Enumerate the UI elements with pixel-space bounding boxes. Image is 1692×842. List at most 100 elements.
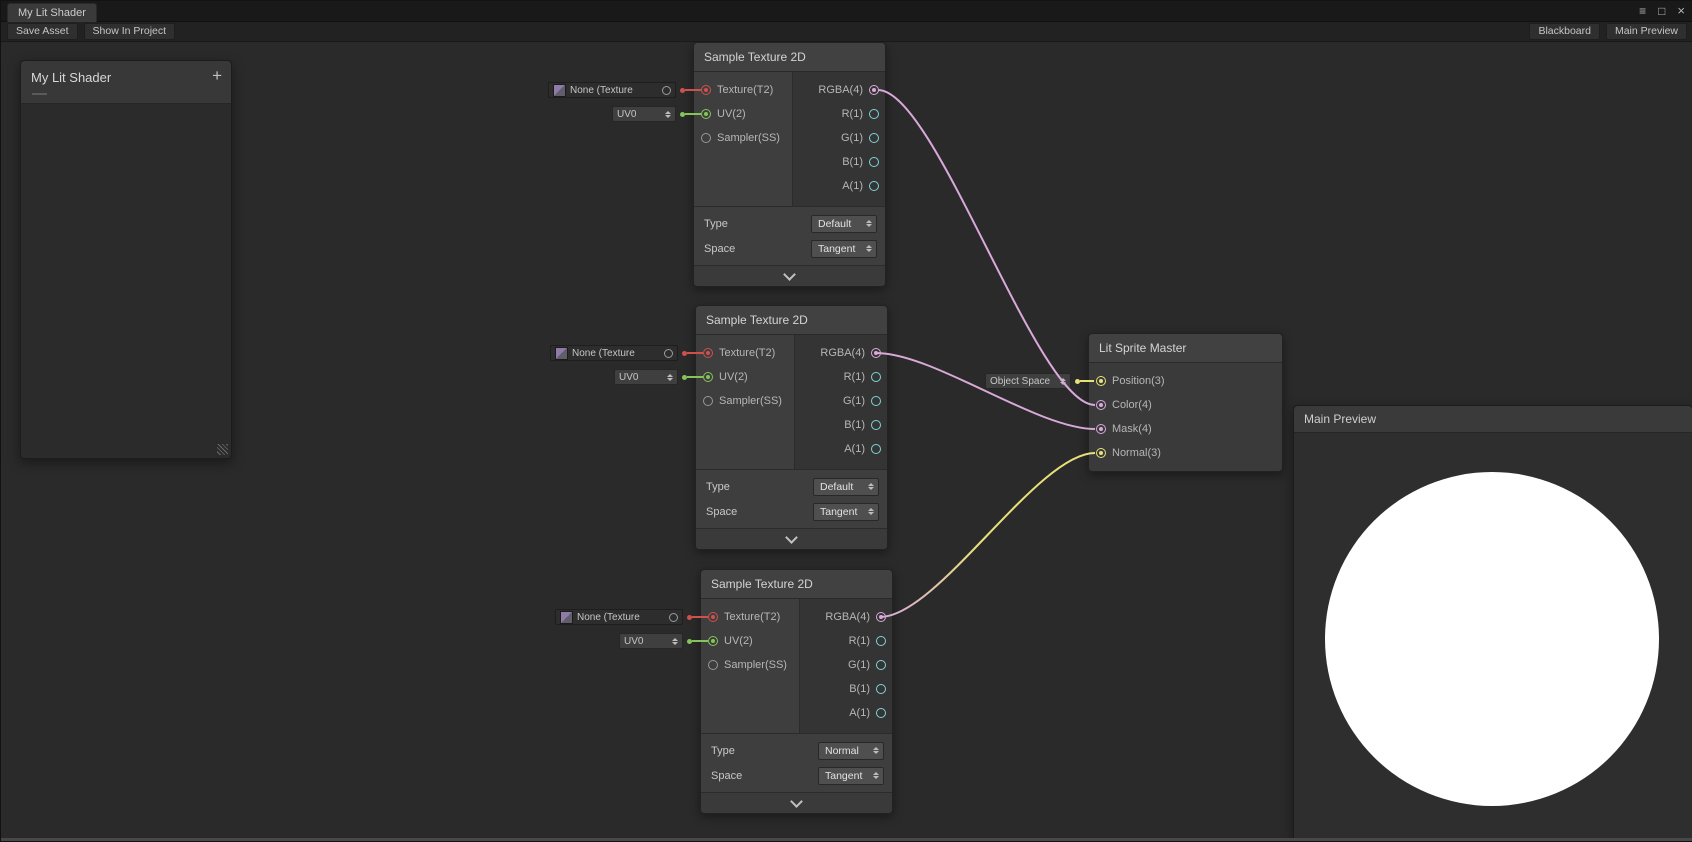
texture-input-port[interactable] <box>703 348 713 358</box>
b-output-port[interactable] <box>871 420 881 430</box>
type-dropdown[interactable]: Default <box>811 215 877 233</box>
space-dropdown[interactable]: Tangent <box>811 240 877 258</box>
collapse-button[interactable] <box>696 528 887 549</box>
uv-input-port[interactable] <box>701 109 711 119</box>
sampler-input-port[interactable] <box>701 133 711 143</box>
space-dropdown[interactable]: Tangent <box>818 767 884 785</box>
texture-thumbnail-icon <box>560 611 573 624</box>
r-output-port[interactable] <box>871 372 881 382</box>
main-preview-toggle-button[interactable]: Main Preview <box>1606 23 1687 40</box>
window-tab[interactable]: My Lit Shader <box>7 3 97 22</box>
g-output-port[interactable] <box>876 660 886 670</box>
r-output-port[interactable] <box>869 109 879 119</box>
blackboard-panel: My Lit Shader + <box>20 60 232 459</box>
sample-texture-2d-node-3[interactable]: Sample Texture 2D Texture(T2) UV(2) Samp… <box>700 569 893 814</box>
sampler-input-port[interactable] <box>708 660 718 670</box>
texture-input-port[interactable] <box>701 85 711 95</box>
node-title[interactable]: Sample Texture 2D <box>696 306 887 335</box>
object-picker-icon[interactable] <box>662 86 671 95</box>
type-dropdown[interactable]: Default <box>813 478 879 496</box>
port-label: B(1) <box>842 156 863 168</box>
mask-input-port[interactable] <box>1096 424 1106 434</box>
uv-default-slot: UV0 <box>619 633 692 649</box>
type-value: Default <box>820 481 868 493</box>
uv-input-port[interactable] <box>708 636 718 646</box>
edge-rgba-to-mask[interactable] <box>876 353 1095 429</box>
texture-object-field[interactable]: None (Texture <box>548 82 676 98</box>
position-space-dropdown[interactable]: Object Space <box>985 373 1071 389</box>
port-label: RGBA(4) <box>825 611 870 623</box>
g-output-port[interactable] <box>869 133 879 143</box>
position-input-port[interactable] <box>1096 376 1106 386</box>
save-asset-button[interactable]: Save Asset <box>7 23 78 40</box>
a-output-port[interactable] <box>871 444 881 454</box>
connection-dot <box>680 112 685 117</box>
connection-dot <box>687 639 692 644</box>
blackboard-subtitle-dash <box>32 93 47 95</box>
uv-input-port[interactable] <box>703 372 713 382</box>
dropdown-arrows-icon <box>866 245 872 252</box>
uv-channel-dropdown[interactable]: UV0 <box>614 369 678 385</box>
node-title[interactable]: Sample Texture 2D <box>701 570 892 599</box>
collapse-button[interactable] <box>701 792 892 813</box>
main-preview-title: Main Preview <box>1304 412 1376 426</box>
type-value: Normal <box>825 745 873 757</box>
blackboard-toggle-button[interactable]: Blackboard <box>1529 23 1600 40</box>
texture-object-field[interactable]: None (Texture <box>555 609 683 625</box>
g-output-port[interactable] <box>871 396 881 406</box>
port-label: R(1) <box>844 371 865 383</box>
resize-grip[interactable] <box>217 444 228 455</box>
window-menu-icon[interactable]: ≡ <box>1639 1 1646 21</box>
dropdown-arrows-icon <box>1060 378 1066 385</box>
collapse-chevron-icon <box>790 795 803 808</box>
add-property-button[interactable]: + <box>212 66 222 86</box>
dropdown-arrows-icon <box>868 508 874 515</box>
rgba-output-port[interactable] <box>871 348 881 358</box>
sample-texture-2d-node-1[interactable]: Sample Texture 2D Texture(T2) UV(2) Samp… <box>693 42 886 287</box>
title-bar: My Lit Shader ≡ □ × <box>1 1 1692 22</box>
show-in-project-button[interactable]: Show In Project <box>84 23 176 40</box>
type-label: Type <box>706 481 813 493</box>
texture-default-slot: None (Texture <box>548 82 685 98</box>
a-output-port[interactable] <box>869 181 879 191</box>
dropdown-arrows-icon <box>873 772 879 779</box>
space-label: Space <box>704 243 811 255</box>
blackboard-header[interactable]: My Lit Shader + <box>21 61 231 104</box>
lit-sprite-master-node[interactable]: Lit Sprite Master Position(3) Color(4) M… <box>1088 333 1283 472</box>
normal-input-port[interactable] <box>1096 448 1106 458</box>
close-icon[interactable]: × <box>1677 1 1685 21</box>
input-column: Texture(T2) UV(2) Sampler(SS) <box>694 72 792 206</box>
port-label: G(1) <box>843 395 865 407</box>
port-label: B(1) <box>844 419 865 431</box>
object-picker-icon[interactable] <box>669 613 678 622</box>
edge-rgba-to-color[interactable] <box>878 90 1095 405</box>
collapse-chevron-icon <box>785 531 798 544</box>
rgba-output-port[interactable] <box>869 85 879 95</box>
a-output-port[interactable] <box>876 708 886 718</box>
uv-channel-dropdown[interactable]: UV0 <box>619 633 683 649</box>
texture-object-field[interactable]: None (Texture <box>550 345 678 361</box>
node-title[interactable]: Sample Texture 2D <box>694 43 885 72</box>
space-dropdown[interactable]: Tangent <box>813 503 879 521</box>
input-column: Texture(T2) UV(2) Sampler(SS) <box>696 335 794 469</box>
node-title[interactable]: Lit Sprite Master <box>1089 334 1282 363</box>
color-input-port[interactable] <box>1096 400 1106 410</box>
rgba-output-port[interactable] <box>876 612 886 622</box>
type-label: Type <box>711 745 818 757</box>
r-output-port[interactable] <box>876 636 886 646</box>
port-label: G(1) <box>848 659 870 671</box>
type-dropdown[interactable]: Normal <box>818 742 884 760</box>
b-output-port[interactable] <box>876 684 886 694</box>
sample-texture-2d-node-2[interactable]: Sample Texture 2D Texture(T2) UV(2) Samp… <box>695 305 888 550</box>
texture-input-port[interactable] <box>708 612 718 622</box>
edge-rgba-to-normal[interactable] <box>880 453 1095 617</box>
object-picker-icon[interactable] <box>664 349 673 358</box>
b-output-port[interactable] <box>869 157 879 167</box>
uv-channel-dropdown[interactable]: UV0 <box>612 106 676 122</box>
main-preview-header[interactable]: Main Preview <box>1294 406 1692 433</box>
maximize-icon[interactable]: □ <box>1658 1 1665 21</box>
port-label: Texture(T2) <box>724 611 780 623</box>
sampler-input-port[interactable] <box>703 396 713 406</box>
collapse-button[interactable] <box>694 265 885 286</box>
input-column: Texture(T2) UV(2) Sampler(SS) <box>701 599 799 733</box>
